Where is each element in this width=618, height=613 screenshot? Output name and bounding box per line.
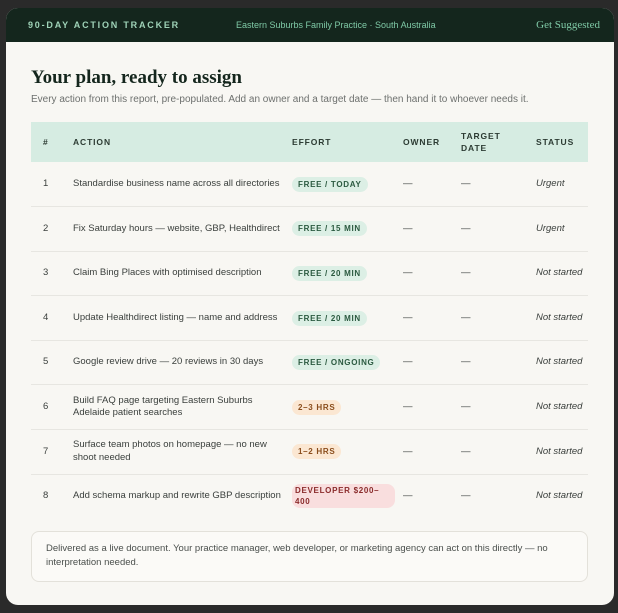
- target-date-field[interactable]: —: [457, 474, 532, 519]
- get-suggested-link[interactable]: Get Suggested: [536, 19, 600, 31]
- target-date-field[interactable]: —: [457, 295, 532, 341]
- table-row[interactable]: 1 Standardise business name across all di…: [31, 162, 588, 208]
- action-cell: Google review drive — 20 reviews in 30 d…: [69, 340, 288, 386]
- effort-cell: FREE / 15 MIN: [288, 206, 399, 252]
- tracker-brand: 90-DAY ACTION TRACKER: [28, 20, 180, 30]
- action-cell: Build FAQ page targeting Eastern Suburbs…: [69, 384, 288, 431]
- status-cell[interactable]: Not started: [532, 295, 588, 341]
- target-date-field[interactable]: —: [457, 206, 532, 252]
- row-number: 1: [31, 162, 69, 208]
- table-row[interactable]: 4 Update Healthdirect listing — name and …: [31, 295, 588, 341]
- effort-badge: 2–3 HRS: [292, 399, 342, 415]
- effort-badge: 1–2 HRS: [292, 444, 342, 460]
- action-cell: Add schema markup and rewrite GBP descri…: [73, 490, 281, 502]
- row-number: 7: [31, 429, 69, 475]
- effort-badge: FREE / 15 MIN: [292, 221, 367, 237]
- practice-name: Eastern Suburbs Family Practice · South …: [236, 20, 436, 30]
- row-number: 6: [31, 384, 69, 431]
- target-date-field[interactable]: —: [457, 384, 532, 431]
- owner-field[interactable]: —: [399, 295, 457, 341]
- target-date-field[interactable]: —: [457, 162, 532, 208]
- delivery-note: Delivered as a live document. Your pract…: [31, 531, 588, 582]
- status-cell[interactable]: Not started: [532, 384, 588, 431]
- row-number: 4: [31, 295, 69, 341]
- table-row[interactable]: 6 Build FAQ page targeting Eastern Suburb…: [31, 384, 588, 431]
- column-header-number: #: [43, 137, 49, 147]
- row-number: 3: [31, 251, 69, 297]
- column-header-status: STATUS: [536, 137, 575, 147]
- owner-field[interactable]: —: [399, 251, 457, 297]
- owner-field[interactable]: —: [399, 474, 457, 519]
- column-header-effort: EFFORT: [292, 137, 332, 147]
- column-header-owner: OWNER: [403, 137, 441, 147]
- effort-badge: DEVELOPER $200–400: [292, 484, 395, 509]
- top-bar: 90-DAY ACTION TRACKER Eastern Suburbs Fa…: [6, 8, 614, 42]
- effort-cell: 2–3 HRS: [288, 384, 399, 431]
- effort-cell: 1–2 HRS: [288, 429, 399, 475]
- action-cell: Update Healthdirect listing — name and a…: [69, 295, 288, 341]
- target-date-field[interactable]: —: [457, 340, 532, 386]
- owner-field[interactable]: —: [399, 429, 457, 475]
- action-plan-table: # ACTION EFFORT OWNER TARGET DATE STATUS…: [31, 122, 588, 519]
- table-row[interactable]: 8 Add schema markup and rewrite GBP descr…: [31, 474, 588, 519]
- target-date-field[interactable]: —: [457, 251, 532, 297]
- page-title: Your plan, ready to assign: [31, 67, 242, 88]
- action-tracker-card: 90-DAY ACTION TRACKER Eastern Suburbs Fa…: [6, 8, 614, 605]
- owner-field[interactable]: —: [399, 162, 457, 208]
- status-cell[interactable]: Not started: [532, 474, 588, 519]
- owner-field[interactable]: —: [399, 340, 457, 386]
- effort-badge: FREE / 20 MIN: [292, 310, 367, 326]
- row-number: 5: [31, 340, 69, 386]
- table-row[interactable]: 2 Fix Saturday hours — website, GBP, Heal…: [31, 206, 588, 252]
- table-row[interactable]: 7 Surface team photos on homepage — no ne…: [31, 429, 588, 475]
- status-cell[interactable]: Urgent: [532, 162, 588, 208]
- effort-badge: FREE / TODAY: [292, 176, 368, 192]
- column-header-action: ACTION: [73, 137, 111, 147]
- owner-field[interactable]: —: [399, 206, 457, 252]
- action-cell: Claim Bing Places with optimised descrip…: [69, 251, 288, 297]
- effort-cell: FREE / TODAY: [288, 162, 399, 208]
- table-row[interactable]: 5 Google review drive — 20 reviews in 30 …: [31, 340, 588, 386]
- table-header-row: # ACTION EFFORT OWNER TARGET DATE STATUS: [31, 122, 588, 162]
- status-cell[interactable]: Not started: [532, 340, 588, 386]
- effort-cell: DEVELOPER $200–400: [288, 474, 399, 519]
- status-cell[interactable]: Not started: [532, 429, 588, 475]
- column-header-target-date: TARGET DATE: [461, 131, 501, 153]
- row-number: 8: [43, 490, 49, 502]
- owner-field[interactable]: —: [399, 384, 457, 431]
- effort-cell: FREE / ONGOING: [288, 340, 399, 386]
- page-subtitle: Every action from this report, pre-popul…: [31, 94, 529, 105]
- effort-badge: FREE / 20 MIN: [292, 265, 367, 281]
- action-cell: Fix Saturday hours — website, GBP, Healt…: [69, 206, 288, 252]
- status-cell[interactable]: Urgent: [532, 206, 588, 252]
- row-number: 2: [31, 206, 69, 252]
- table-row[interactable]: 3 Claim Bing Places with optimised descri…: [31, 251, 588, 297]
- effort-cell: FREE / 20 MIN: [288, 295, 399, 341]
- target-date-field[interactable]: —: [457, 429, 532, 475]
- action-cell: Standardise business name across all dir…: [69, 162, 288, 208]
- effort-badge: FREE / ONGOING: [292, 355, 381, 371]
- status-cell[interactable]: Not started: [532, 251, 588, 297]
- effort-cell: FREE / 20 MIN: [288, 251, 399, 297]
- action-cell: Surface team photos on homepage — no new…: [69, 429, 288, 475]
